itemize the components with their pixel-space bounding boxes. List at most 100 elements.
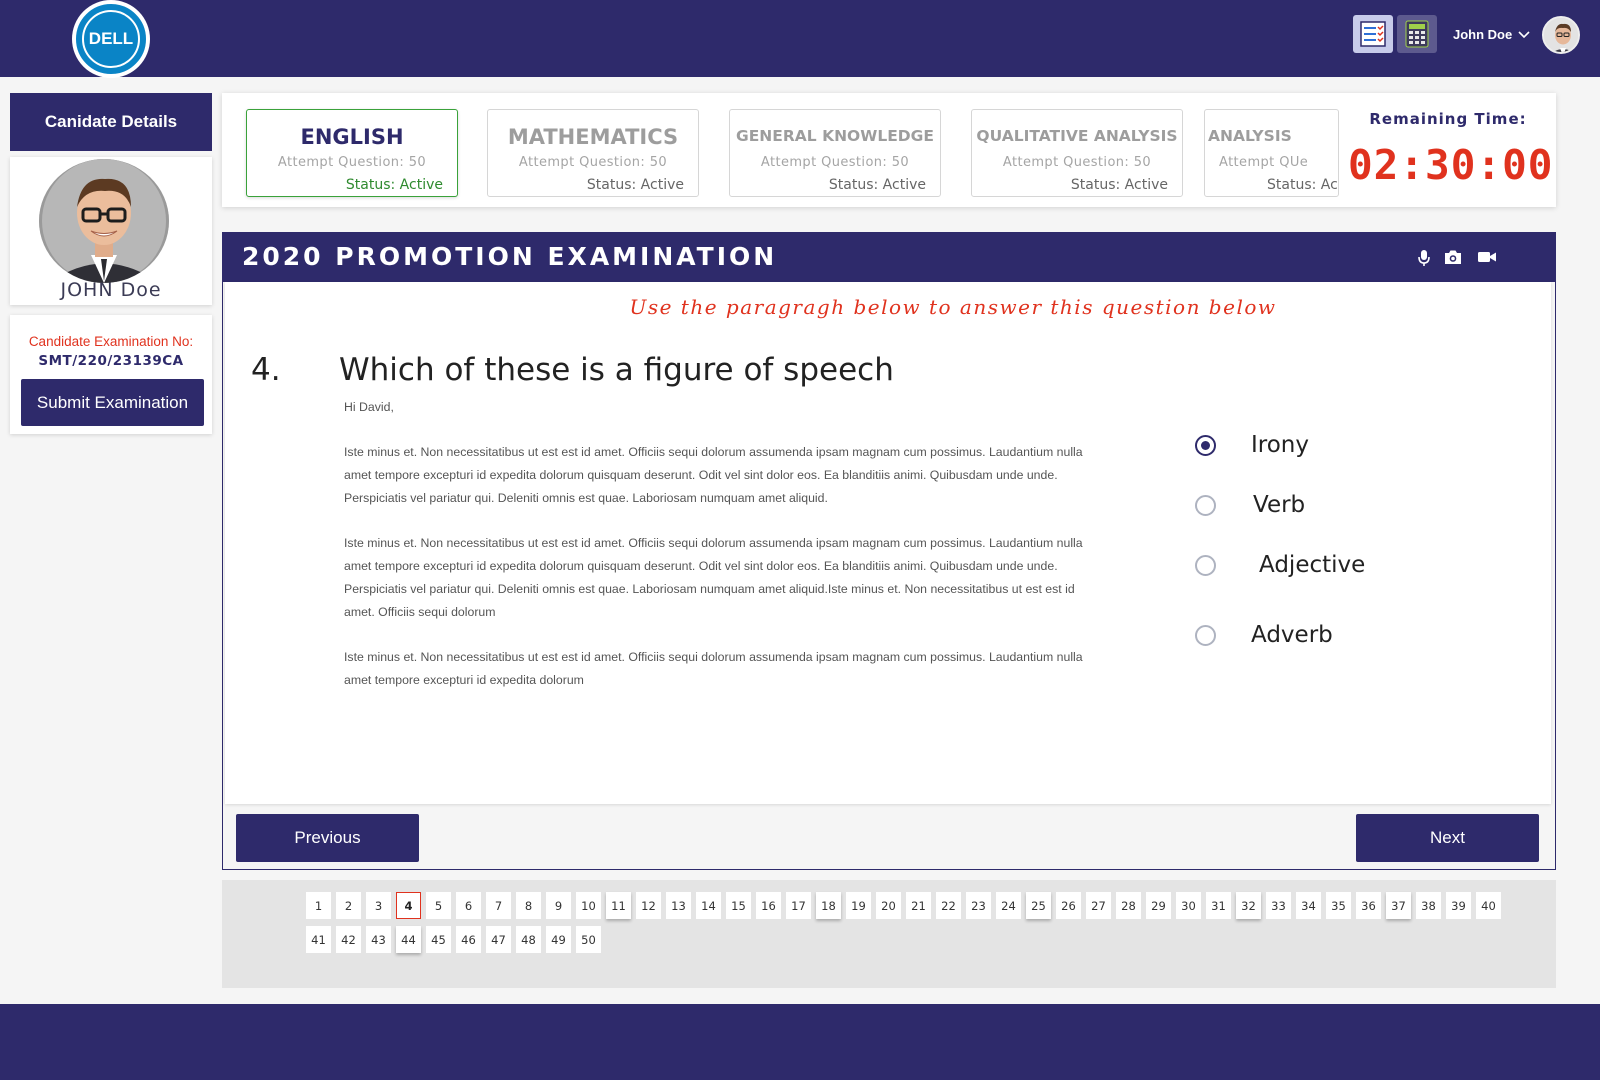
question-number-cell[interactable]: 32	[1236, 892, 1261, 919]
question-number-cell[interactable]: 15	[726, 892, 751, 919]
camera-icon[interactable]	[1444, 249, 1462, 270]
question-number-cell[interactable]: 33	[1266, 892, 1291, 919]
question-number-cell[interactable]: 31	[1206, 892, 1231, 919]
exam-info-card: Candidate Examination No: SMT/220/23139C…	[10, 315, 212, 434]
radio-button[interactable]	[1195, 434, 1216, 456]
radio-button[interactable]	[1195, 554, 1216, 576]
question-number-cell[interactable]: 48	[516, 926, 541, 953]
previous-button[interactable]: Previous	[236, 814, 419, 862]
option-label: Adverb	[1251, 622, 1333, 648]
question-number-cell[interactable]: 44	[396, 926, 421, 953]
question-number-cell[interactable]: 38	[1416, 892, 1441, 919]
tab-analysis[interactable]: ANALYSIS Attempt QUe Status: Act	[1204, 109, 1339, 197]
tab-qualitative-analysis[interactable]: QUALITATIVE ANALYSIS Attempt Question: 5…	[971, 109, 1183, 197]
question-number-cell[interactable]: 26	[1056, 892, 1081, 919]
remaining-time-label: Remaining Time:	[1369, 110, 1527, 128]
question-number-cell[interactable]: 27	[1086, 892, 1111, 919]
question-number-cell[interactable]: 5	[426, 892, 451, 919]
radio-button[interactable]	[1195, 624, 1216, 646]
option-verb[interactable]: Verb	[1195, 492, 1305, 518]
question-number-cell[interactable]: 46	[456, 926, 481, 953]
question-number-cell[interactable]: 12	[636, 892, 661, 919]
question-number-cell[interactable]: 45	[426, 926, 451, 953]
question-number-cell[interactable]: 39	[1446, 892, 1471, 919]
question-number-cell[interactable]: 18	[816, 892, 841, 919]
question-number-cell[interactable]: 20	[876, 892, 901, 919]
question-number-cell[interactable]: 3	[366, 892, 391, 919]
exam-number: SMT/220/23139CA	[38, 353, 184, 369]
question-number-cell[interactable]: 16	[756, 892, 781, 919]
question-number-cell[interactable]: 30	[1176, 892, 1201, 919]
tab-status: Status: Active	[828, 177, 926, 193]
checklist-icon[interactable]	[1353, 15, 1393, 53]
tab-english[interactable]: ENGLISH Attempt Question: 50 Status: Act…	[246, 109, 458, 197]
video-icon[interactable]	[1477, 249, 1497, 269]
question-number-cell[interactable]: 14	[696, 892, 721, 919]
radio-button[interactable]	[1195, 494, 1216, 516]
question-number-cell[interactable]: 34	[1296, 892, 1321, 919]
tab-status: Status: Active	[345, 177, 443, 193]
tab-mathematics[interactable]: MATHEMATICS Attempt Question: 50 Status:…	[487, 109, 699, 197]
question-number-cell[interactable]: 29	[1146, 892, 1171, 919]
question-number-cell[interactable]: 13	[666, 892, 691, 919]
option-label: Adjective	[1259, 552, 1366, 578]
subject-tabs-panel: ENGLISH Attempt Question: 50 Status: Act…	[222, 93, 1556, 207]
question-number-cell[interactable]: 37	[1386, 892, 1411, 919]
question-number-cell[interactable]: 11	[606, 892, 631, 919]
question-number-cell[interactable]: 36	[1356, 892, 1381, 919]
tab-name: ENGLISH	[300, 125, 404, 149]
question-number-cell[interactable]: 47	[486, 926, 511, 953]
exam-panel: 2020 PROMOTION EXAMINATION Use the parag…	[222, 232, 1556, 870]
question-number-cell[interactable]: 17	[786, 892, 811, 919]
tab-name: MATHEMATICS	[507, 125, 679, 149]
question-number-cell[interactable]: 40	[1476, 892, 1501, 919]
passage-greeting: Hi David,	[344, 400, 394, 414]
avatar[interactable]	[1542, 16, 1580, 54]
microphone-icon[interactable]	[1417, 249, 1431, 271]
option-adverb[interactable]: Adverb	[1195, 622, 1333, 648]
tab-attempt: Attempt Question: 50	[760, 155, 910, 170]
question-number-cell[interactable]: 35	[1326, 892, 1351, 919]
submit-examination-button[interactable]: Submit Examination	[21, 379, 204, 426]
question-number-cell[interactable]: 23	[966, 892, 991, 919]
question-number-cell[interactable]: 4	[396, 892, 421, 919]
footer-bar	[0, 1004, 1600, 1080]
question-number-cell[interactable]: 2	[336, 892, 361, 919]
instruction-text: Use the paragragh below to answer this q…	[629, 295, 1277, 319]
option-label: Verb	[1253, 492, 1306, 518]
passage-paragraph: Iste minus et. Non necessitatibus ut est…	[344, 536, 1083, 619]
question-number-cell[interactable]: 7	[486, 892, 511, 919]
calculator-icon[interactable]	[1397, 15, 1437, 53]
question-number-cell[interactable]: 43	[366, 926, 391, 953]
tab-status: Status: Active	[1070, 177, 1168, 193]
remaining-time-value: 02:30:00	[1348, 141, 1554, 189]
option-adjective[interactable]: Adjective	[1195, 552, 1365, 578]
question-number-cell[interactable]: 22	[936, 892, 961, 919]
question-number-cell[interactable]: 19	[846, 892, 871, 919]
question-number-cell[interactable]: 25	[1026, 892, 1051, 919]
tab-general-knowledge[interactable]: GENERAL KNOWLEDGE Attempt Question: 50 S…	[729, 109, 941, 197]
exam-header: 2020 PROMOTION EXAMINATION	[223, 233, 1555, 282]
question-number-cell[interactable]: 41	[306, 926, 331, 953]
question-number-cell[interactable]: 9	[546, 892, 571, 919]
question-number-cell[interactable]: 6	[456, 892, 481, 919]
tab-name: GENERAL KNOWLEDGE	[736, 127, 934, 145]
tab-status: Status: Act	[1267, 177, 1339, 193]
next-button[interactable]: Next	[1356, 814, 1539, 862]
option-irony[interactable]: Irony	[1195, 432, 1309, 458]
question-number-cell[interactable]: 28	[1116, 892, 1141, 919]
question-number-cell[interactable]: 1	[306, 892, 331, 919]
question-number-cell[interactable]: 42	[336, 926, 361, 953]
tab-attempt: Attempt Question: 50	[277, 155, 427, 170]
chevron-down-icon[interactable]	[1518, 27, 1530, 46]
tab-status: Status: Active	[586, 177, 684, 193]
candidate-card: JOHN Doe	[10, 157, 212, 305]
question-number-cell[interactable]: 24	[996, 892, 1021, 919]
question-number-cell[interactable]: 8	[516, 892, 541, 919]
question-number: 4.	[251, 352, 281, 388]
question-number-cell[interactable]: 49	[546, 926, 571, 953]
question-number-cell[interactable]: 50	[576, 926, 601, 953]
question-number-cell[interactable]: 21	[906, 892, 931, 919]
question-number-cell[interactable]: 10	[576, 892, 601, 919]
user-name[interactable]: John Doe	[1453, 27, 1512, 42]
